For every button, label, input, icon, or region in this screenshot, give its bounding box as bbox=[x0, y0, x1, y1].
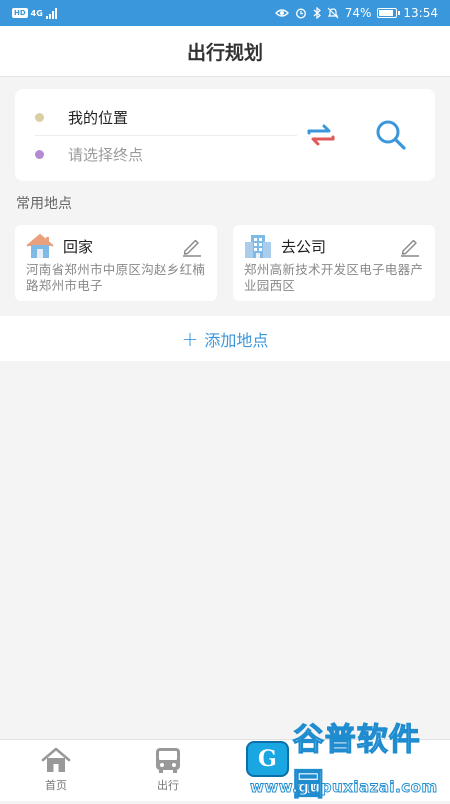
home-label: 回家 bbox=[63, 238, 94, 256]
watermark-logo: G bbox=[246, 741, 289, 777]
tab-trip[interactable]: 出行 bbox=[138, 746, 198, 796]
tab-home[interactable]: 首页 bbox=[26, 746, 86, 796]
watermark-top: G 谷普软件园 bbox=[246, 721, 448, 804]
status-right: 74% 13:54 bbox=[274, 6, 438, 20]
edit-pencil-icon[interactable] bbox=[399, 235, 421, 257]
office-building-icon bbox=[245, 235, 271, 258]
house-icon bbox=[41, 747, 71, 772]
swap-icon[interactable] bbox=[305, 119, 337, 151]
battery-percent: 74% bbox=[344, 6, 372, 20]
common-places-label: 常用地点 bbox=[16, 196, 72, 212]
eye-icon bbox=[274, 9, 289, 17]
mute-icon bbox=[327, 7, 339, 19]
route-card: 我的位置 请选择终点 bbox=[15, 89, 435, 181]
network-chip: HD bbox=[12, 8, 28, 18]
add-place-label: 添加地点 bbox=[204, 330, 269, 350]
page-title: 出行规划 bbox=[0, 26, 450, 77]
signal-icon bbox=[45, 7, 57, 19]
search-icon[interactable] bbox=[373, 117, 409, 153]
work-label: 去公司 bbox=[281, 238, 327, 256]
destination-placeholder: 请选择终点 bbox=[68, 145, 144, 164]
edit-pencil-icon[interactable] bbox=[181, 235, 203, 257]
watermark: G 谷普软件园 www.gupuxiazai.com bbox=[246, 721, 448, 804]
status-left: HD 4G bbox=[12, 7, 57, 19]
end-dot-icon bbox=[35, 149, 44, 159]
work-place-card[interactable]: 去公司 郑州高新技术开发区电子电器产业园西区 bbox=[233, 225, 435, 301]
start-dot-icon bbox=[35, 112, 44, 122]
watermark-url: www.gupuxiazai.com bbox=[250, 778, 438, 797]
status-bar: HD 4G 74% 13:54 bbox=[0, 0, 450, 26]
network-type: 4G bbox=[30, 8, 43, 18]
tab-home-label: 首页 bbox=[45, 779, 67, 792]
destination-field[interactable]: 请选择终点 bbox=[35, 136, 297, 172]
tab-trip-label: 出行 bbox=[157, 779, 179, 792]
start-location-text: 我的位置 bbox=[68, 108, 129, 127]
start-location-field[interactable]: 我的位置 bbox=[35, 99, 297, 136]
work-address: 郑州高新技术开发区电子电器产业园西区 bbox=[244, 262, 424, 293]
battery-icon bbox=[377, 8, 401, 18]
add-place-button[interactable]: + 添加地点 bbox=[0, 316, 450, 361]
house-icon bbox=[26, 234, 54, 258]
bus-icon bbox=[156, 748, 180, 773]
home-address: 河南省郑州市中原区沟赵乡红楠路郑州市电子 bbox=[26, 262, 206, 293]
alarm-icon bbox=[295, 8, 306, 19]
plus-icon: + bbox=[181, 326, 199, 351]
home-place-card[interactable]: 回家 河南省郑州市中原区沟赵乡红楠路郑州市电子 bbox=[15, 225, 217, 301]
clock: 13:54 bbox=[403, 6, 438, 20]
bluetooth-icon bbox=[313, 7, 321, 19]
